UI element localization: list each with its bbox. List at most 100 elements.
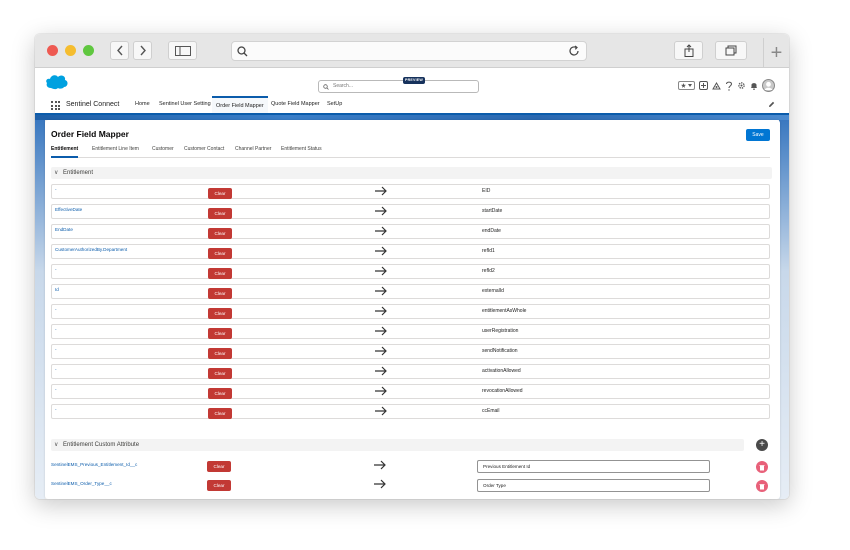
tab-entitlement[interactable]: Entitlement	[51, 146, 79, 158]
object-tabs: Entitlement Entitlement Line Item Custom…	[51, 144, 770, 158]
source-field-link[interactable]: -	[55, 347, 57, 352]
nav-tab-order-field-mapper[interactable]: Order Field Mapper	[212, 96, 268, 113]
mapping-row: - Clear entitlementAsWhole	[51, 304, 770, 319]
trailhead-icon[interactable]	[712, 81, 721, 90]
save-button[interactable]: Save	[746, 129, 770, 141]
mapping-row: Id Clear externalId	[51, 284, 770, 299]
new-tab-button[interactable]: +	[763, 38, 789, 68]
delete-attribute-button[interactable]	[756, 480, 768, 492]
star-icon	[681, 83, 686, 88]
back-icon	[116, 45, 123, 56]
source-field-link[interactable]: -	[55, 367, 57, 372]
clear-button[interactable]: Clear	[208, 348, 232, 359]
reload-icon[interactable]	[568, 45, 580, 57]
mapping-row: - Clear userRegistration	[51, 324, 770, 339]
help-icon[interactable]	[725, 81, 733, 91]
clear-button[interactable]: Clear	[207, 461, 231, 472]
sidebar-button[interactable]	[168, 41, 197, 60]
app-launcher-icon[interactable]	[51, 101, 60, 110]
tab-channel-partner[interactable]: Channel Partner	[235, 146, 271, 152]
source-field-link[interactable]: -	[55, 407, 57, 412]
clear-button[interactable]: Clear	[208, 308, 232, 319]
share-button[interactable]	[674, 41, 703, 60]
tab-entitlement-line-item[interactable]: Entitlement Line Item	[92, 146, 139, 152]
mapping-row: EffectiveDate Clear startDate	[51, 204, 770, 219]
source-field-link[interactable]: EndDate	[55, 227, 73, 232]
avatar[interactable]	[762, 79, 775, 92]
chevron-down-icon: ∨	[54, 442, 59, 448]
mapping-row: CustomerAuthorizedBy.Department Clear refI…	[51, 244, 770, 259]
clear-button[interactable]: Clear	[208, 228, 232, 239]
delete-attribute-button[interactable]	[756, 461, 768, 473]
salesforce-logo[interactable]	[45, 73, 69, 90]
source-field-link[interactable]: -	[55, 327, 57, 332]
nav-tab-sentinel-user-setting[interactable]: Sentinel User Setting	[159, 101, 211, 107]
clear-button[interactable]: Clear	[208, 268, 232, 279]
section-entitlement-header[interactable]: ∨ Entitlement	[51, 167, 772, 179]
global-actions-icon[interactable]	[699, 81, 708, 90]
arrow-right-icon	[375, 406, 387, 416]
nav-tab-setup[interactable]: SetUp	[327, 101, 342, 107]
arrow-right-icon	[374, 479, 386, 489]
clear-button[interactable]: Clear	[207, 480, 231, 491]
nav-tab-quote-field-mapper[interactable]: Quote Field Mapper	[271, 101, 320, 107]
mapping-row: - Clear ccEmail	[51, 404, 770, 419]
forward-icon	[139, 45, 146, 56]
section-custom-attribute-header[interactable]: ∨ Entitlement Custom Attribute	[51, 439, 744, 451]
address-bar[interactable]	[231, 41, 587, 61]
source-field-link[interactable]: -	[55, 387, 57, 392]
clear-button[interactable]: Clear	[208, 208, 232, 219]
target-attribute-input[interactable]: Order Type	[477, 479, 710, 492]
minimize-window-button[interactable]	[65, 45, 76, 56]
source-field-link[interactable]: EffectiveDate	[55, 207, 82, 212]
edit-nav-pencil-icon[interactable]	[768, 101, 775, 108]
source-field-link[interactable]: CustomerAuthorizedBy.Department	[55, 247, 127, 252]
tabs-button[interactable]	[715, 41, 747, 60]
target-field-label: ccEmail	[482, 408, 500, 414]
clear-button[interactable]: Clear	[208, 368, 232, 379]
source-field-link[interactable]: -	[55, 267, 57, 272]
plus-icon: +	[759, 439, 765, 450]
settings-gear-icon[interactable]	[737, 81, 746, 90]
chevron-down-icon: ∨	[54, 170, 59, 176]
add-attribute-button[interactable]: +	[756, 439, 768, 451]
target-attribute-input[interactable]: Previous Entitlement Id	[477, 460, 710, 473]
clear-button[interactable]: Clear	[208, 328, 232, 339]
search-placeholder: Search...	[333, 83, 354, 89]
source-field-link[interactable]: -	[55, 187, 57, 192]
app-name: Sentinel Connect	[66, 101, 120, 108]
clear-button[interactable]: Clear	[208, 288, 232, 299]
source-field-link[interactable]: SentinelEMS_Order_Type__c	[51, 481, 112, 486]
forward-button[interactable]	[133, 41, 152, 60]
clear-button[interactable]: Clear	[208, 408, 232, 419]
back-button[interactable]	[110, 41, 129, 60]
mapping-row: - Clear sendNotification	[51, 344, 770, 359]
search-icon	[237, 46, 248, 57]
source-field-link[interactable]: Id	[55, 287, 59, 292]
notifications-bell-icon[interactable]	[750, 81, 758, 90]
arrow-right-icon	[375, 266, 387, 276]
arrow-right-icon	[375, 286, 387, 296]
nav-tab-home[interactable]: Home	[135, 101, 150, 107]
maximize-window-button[interactable]	[83, 45, 94, 56]
clear-button[interactable]: Clear	[208, 188, 232, 199]
close-window-button[interactable]	[47, 45, 58, 56]
source-field-link[interactable]: -	[55, 307, 57, 312]
mapper-card: Order Field Mapper Save Entitlement Enti…	[45, 120, 780, 499]
global-search-input[interactable]: Search...	[318, 80, 479, 93]
section-title: Entitlement	[63, 170, 94, 176]
tab-customer[interactable]: Customer	[152, 146, 174, 152]
clear-button[interactable]: Clear	[208, 388, 232, 399]
tab-customer-contact[interactable]: Customer Contact	[184, 146, 224, 152]
browser-toolbar: +	[35, 34, 789, 68]
app-navigation: Sentinel Connect Home Sentinel User Sett…	[35, 96, 789, 115]
target-field-label: EID	[482, 188, 491, 194]
new-tab-icon: +	[770, 41, 783, 64]
mapping-row: EndDate Clear endDate	[51, 224, 770, 239]
clear-button[interactable]: Clear	[208, 248, 232, 259]
tab-entitlement-status[interactable]: Entitlement Status	[281, 146, 322, 152]
preview-badge: PREVIEW	[403, 77, 425, 84]
source-field-link[interactable]: SentinelEMS_Previous_Entitlement_Id__c	[51, 462, 137, 467]
favorites-button[interactable]	[678, 81, 695, 90]
target-field-label: refId1	[482, 248, 495, 254]
